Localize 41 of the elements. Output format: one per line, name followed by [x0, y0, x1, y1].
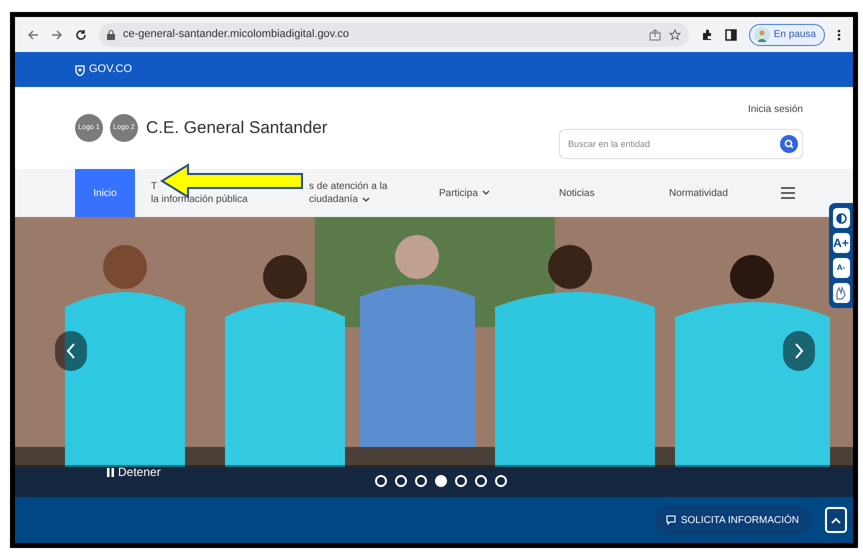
text-size-button[interactable]: A+	[832, 233, 850, 253]
login-link[interactable]: Inicia sesión	[748, 102, 803, 116]
lock-icon	[107, 30, 115, 40]
search-icon[interactable]	[780, 134, 798, 152]
sidebar-icon[interactable]	[724, 28, 737, 40]
search-field[interactable]: Buscar en la entidad	[559, 128, 803, 158]
forward-icon[interactable]	[51, 28, 63, 40]
reload-icon[interactable]	[75, 28, 87, 40]
contrast-button[interactable]	[832, 208, 850, 228]
puzzle-icon[interactable]	[700, 28, 713, 40]
chevron-left-icon	[66, 343, 76, 359]
url-text: ce-general-santander.micolombiadigital.gov.co	[123, 27, 350, 42]
share-icon[interactable]	[648, 28, 661, 40]
next-button[interactable]	[783, 331, 815, 371]
chat-icon	[666, 515, 676, 525]
menu-icon[interactable]	[781, 187, 795, 199]
sign-language-button[interactable]	[832, 283, 850, 303]
scroll-top-button[interactable]	[825, 507, 847, 533]
profile-button[interactable]: En pausa	[748, 24, 825, 46]
avatar-icon	[754, 26, 770, 42]
nav-item[interactable]: Participa	[425, 169, 545, 217]
menu-icon[interactable]	[837, 28, 841, 40]
shield-icon	[75, 64, 85, 76]
chevron-right-icon	[794, 343, 804, 359]
pause-icon	[107, 468, 114, 476]
site-title: C.E. General Santander	[146, 117, 328, 140]
nav-item[interactable]: Noticias	[545, 169, 655, 217]
pause-button[interactable]: Detener	[107, 463, 161, 481]
address-bar[interactable]: ce-general-santander.micolombiadigital.gov.co	[99, 22, 689, 46]
chevron-up-icon	[831, 516, 841, 524]
star-icon[interactable]	[668, 28, 681, 40]
previous-button[interactable]	[55, 331, 87, 371]
back-icon[interactable]	[27, 28, 39, 40]
gov-logo-text[interactable]: GOV.CO	[89, 61, 132, 78]
nav-item[interactable]: Inicio	[75, 169, 135, 217]
request-info-button[interactable]: SOLICITA INFORMACIÓN	[654, 505, 811, 535]
contrast-icon	[836, 212, 846, 224]
nav-item[interactable]: Normatividad	[655, 169, 765, 217]
nav-item[interactable]: T la información pública	[135, 169, 295, 217]
nav-item[interactable]: s de atención a la ciudadanía	[295, 169, 425, 217]
text-size-button[interactable]: A-	[832, 258, 850, 278]
